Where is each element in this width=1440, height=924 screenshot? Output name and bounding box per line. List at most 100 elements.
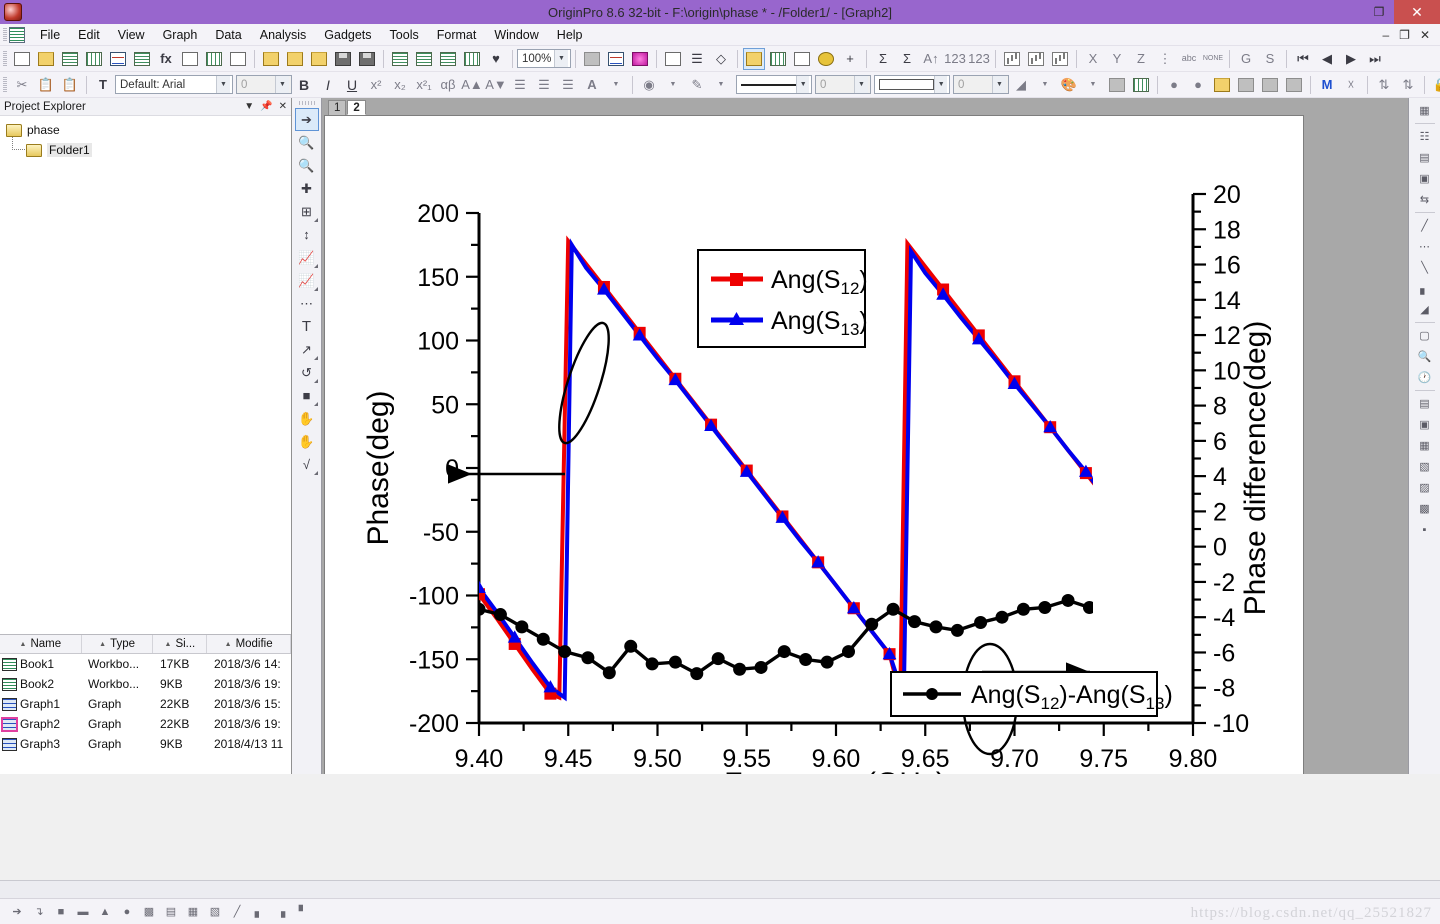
menu-item-data[interactable]: Data <box>206 26 250 44</box>
new-notes-button[interactable] <box>203 48 225 70</box>
last-page-button[interactable]: ⏭ <box>1364 48 1386 70</box>
layer-management-button[interactable]: ▤ <box>1412 147 1438 168</box>
doc-close-button[interactable]: ✕ <box>1416 28 1434 42</box>
doc-restore-button[interactable]: ❐ <box>1395 28 1414 42</box>
table-row[interactable]: Book2 Workbo... 9KB 2018/3/6 19: <box>0 674 291 694</box>
extract-graph-button[interactable] <box>1235 74 1257 96</box>
close-window-button[interactable]: ✕ <box>1394 0 1440 24</box>
equation-tool-button[interactable]: √ <box>295 453 319 476</box>
status-axis-icon[interactable]: ▩ <box>138 902 160 922</box>
underline-button[interactable]: U <box>341 74 363 96</box>
status-marker-icon[interactable]: ■ <box>50 902 72 922</box>
distribute-objects-button[interactable]: ⇅ <box>1397 74 1419 96</box>
chevron-down-icon[interactable]: ▼ <box>796 76 809 93</box>
menu-item-edit[interactable]: Edit <box>69 26 109 44</box>
italic-button[interactable]: I <box>317 74 339 96</box>
open-template-button[interactable] <box>284 48 306 70</box>
status-pointer-icon[interactable]: ➔ <box>6 902 28 922</box>
font-color-button[interactable]: A <box>581 74 603 96</box>
copy-page-button[interactable]: ▩ <box>1412 498 1438 519</box>
zoom-out-tool-button[interactable]: 🔍 <box>295 154 319 177</box>
next-page-button[interactable]: ▶ <box>1340 48 1362 70</box>
phase-plot[interactable]: 200150100500-50-100-150-200 201816141210… <box>325 116 1304 774</box>
chevron-down-icon[interactable]: ▼ <box>992 76 1006 93</box>
decrease-font-button[interactable]: A▼ <box>485 74 507 96</box>
add-axis-button[interactable]: ▣ <box>1412 168 1438 189</box>
status-misc-icon[interactable]: ▘ <box>292 902 314 922</box>
toolbar-grip[interactable] <box>3 50 7 67</box>
line-color-dropdown[interactable]: ▼ <box>710 74 732 96</box>
add-layer-button[interactable]: + <box>839 48 861 70</box>
menu-item-file[interactable]: File <box>31 26 69 44</box>
new-folder-button[interactable] <box>35 48 57 70</box>
chevron-down-icon[interactable]: ▼ <box>554 50 568 67</box>
column-header-type[interactable]: ▲ Type <box>82 635 154 653</box>
toolbar-grip[interactable] <box>3 76 7 93</box>
zoom-in-tool-button[interactable]: 🔍 <box>295 131 319 154</box>
zoom-level-combo[interactable]: 100% ▼ <box>517 49 571 68</box>
status-scale-icon[interactable]: ▧ <box>204 902 226 922</box>
close-icon[interactable]: ✕ <box>279 101 287 112</box>
align-left-button[interactable]: ☰ <box>509 74 531 96</box>
menu-grip[interactable] <box>3 27 7 42</box>
speed-mode-button[interactable] <box>1283 74 1305 96</box>
pointer-tool-button[interactable]: ➔ <box>294 108 319 131</box>
script-window-button[interactable] <box>791 48 813 70</box>
table-button[interactable] <box>1130 74 1152 96</box>
bar-chart-button[interactable] <box>1001 48 1023 70</box>
swap-axes-button[interactable]: ⇆ <box>1412 189 1438 210</box>
set-column-values-button[interactable]: 123 <box>944 48 966 70</box>
chevron-down-icon[interactable]: ▼ <box>275 76 289 93</box>
history-button[interactable]: 🕐 <box>1412 367 1438 388</box>
table-row[interactable]: Book1 Workbo... 17KB 2018/3/6 14: <box>0 654 291 674</box>
column-header-modified[interactable]: ▲ Modifie <box>207 635 291 653</box>
bold-button[interactable]: B <box>293 74 315 96</box>
import-wizard-button[interactable] <box>389 48 411 70</box>
extract-layer-button[interactable] <box>1259 74 1281 96</box>
menu-item-graph[interactable]: Graph <box>154 26 207 44</box>
line-style-combo[interactable]: ▼ <box>736 75 812 94</box>
align-justify-button[interactable]: ☰ <box>557 74 579 96</box>
template-library-button[interactable]: ▤ <box>1412 393 1438 414</box>
main-legend[interactable]: Ang(S12) Ang(S13) <box>697 249 868 348</box>
paste-page-button[interactable]: ▪ <box>1412 519 1438 540</box>
draw-data-tool-button[interactable]: 📈 <box>295 269 319 292</box>
graph-canvas[interactable]: 200 150 100 50 0 -50 -100 -150 -200 20 18 16 14 12 10… <box>324 115 1304 774</box>
new-layout-button[interactable] <box>179 48 201 70</box>
table-row[interactable]: Graph1 Graph 22KB 2018/3/6 15: <box>0 694 291 714</box>
layer-arrange-button[interactable]: ☰ <box>686 48 708 70</box>
lock-button[interactable]: 🔒 <box>1430 74 1440 96</box>
prev-page-button[interactable]: ◀ <box>1316 48 1338 70</box>
open-project-button[interactable] <box>260 48 282 70</box>
plot-setup-button[interactable]: ● <box>1187 74 1209 96</box>
mask-button[interactable]: M <box>1316 74 1338 96</box>
fill-width-combo[interactable]: 0 ▼ <box>953 75 1009 94</box>
align-objects-button[interactable]: ⇅ <box>1373 74 1395 96</box>
curved-arrow-tool-button[interactable]: ↺ <box>295 361 319 384</box>
layer-contents-button[interactable]: ● <box>1163 74 1185 96</box>
import-single-ascii-button[interactable] <box>413 48 435 70</box>
status-line-icon[interactable]: ╱ <box>226 902 248 922</box>
unmask-button[interactable]: ☓ <box>1340 74 1362 96</box>
menu-item-format[interactable]: Format <box>428 26 486 44</box>
status-data-icon[interactable]: ▬ <box>72 902 94 922</box>
chevron-down-icon[interactable]: ▼ <box>216 76 230 93</box>
status-plot-icon[interactable]: ● <box>116 902 138 922</box>
super-subscript-button[interactable]: x²₁ <box>413 74 435 96</box>
menu-item-analysis[interactable]: Analysis <box>251 26 316 44</box>
status-legend-icon[interactable]: ▦ <box>182 902 204 922</box>
data-selector-tool-button[interactable]: ↕ <box>295 223 319 246</box>
data-cursor-tool-button[interactable]: 📈 <box>295 246 319 269</box>
superscript-button[interactable]: x² <box>365 74 387 96</box>
status-column-icon[interactable]: ▗ <box>270 902 292 922</box>
arrow-tool-button[interactable]: ↗ <box>295 338 319 361</box>
palette-dropdown[interactable]: ▼ <box>1082 74 1104 96</box>
symbol-button[interactable]: S <box>1259 48 1281 70</box>
arrange-layers-button[interactable]: ☷ <box>1412 126 1438 147</box>
export-graph-button[interactable] <box>1211 74 1233 96</box>
rescale-button[interactable]: ▢ <box>1412 325 1438 346</box>
rectangle-tool-button[interactable]: ■ <box>295 384 319 407</box>
normalize-button[interactable]: 123 <box>968 48 990 70</box>
greek-letters-button[interactable]: αβ <box>437 74 459 96</box>
copy-button[interactable]: 📋 <box>35 74 57 96</box>
